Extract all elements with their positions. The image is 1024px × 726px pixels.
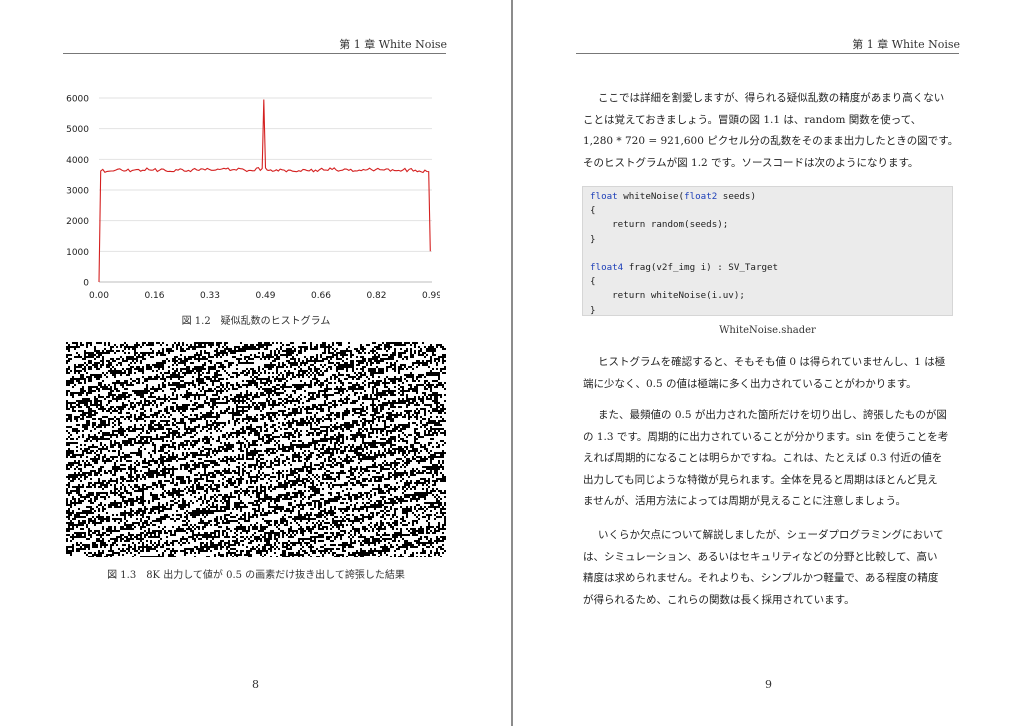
text-line: そのヒストグラムが図 1.2 です。ソースコードは次のようになります。: [583, 156, 919, 169]
text-line: また、最頻値の 0.5 が出力された箇所だけを切り出し、誇張したものが図: [598, 409, 947, 421]
y-tick-label: 0: [83, 279, 89, 289]
code-keyword: float: [590, 191, 618, 202]
text-line: 出力しても同じような特徴が見られます。全体を見ると周期はほとんど見え: [583, 473, 938, 486]
paragraph-1: ここでは詳細を割愛しますが、得られる疑似乱数の精度があまり高くない ことは覚えて…: [583, 88, 961, 174]
left-page: 第 1 章 White Noise 0 1000 2000 3000 4000 5000 6…: [0, 0, 511, 726]
header-rule: [576, 53, 959, 54]
code-line: return whiteNoise(i.uv);: [590, 289, 952, 303]
code-text: return whiteNoise(i.uv);: [590, 290, 745, 302]
code-text: {: [590, 276, 596, 288]
paragraph-4: いくらか欠点について解説しましたが、シェーダプログラミングにおいて は、シミュレ…: [583, 525, 961, 611]
paragraph-2: ヒストグラムを確認すると、そもそも値 0 は得られていませんし、1 は極 端に少…: [583, 352, 961, 395]
code-text: whiteNoise(: [617, 191, 685, 202]
code-text: {: [590, 205, 596, 217]
text-line: いくらか欠点について解説しましたが、シェーダプログラミングにおいて: [598, 529, 944, 541]
paragraph-3: また、最頻値の 0.5 が出力された箇所だけを切り出し、誇張したものが図 の 1…: [583, 405, 961, 513]
code-caption: WhiteNoise.shader: [719, 325, 816, 336]
code-keyword: float2: [684, 191, 718, 202]
page-number: 8: [252, 678, 259, 691]
figure-1-2-caption: 図 1.2 疑似乱数のヒストグラム: [181, 316, 331, 327]
x-tick-label: 0.82: [366, 291, 386, 301]
text-line: えれば周期的になることは明らかですね。これは、たとえば 0.3 付近の値を: [583, 452, 943, 464]
y-tick-label: 1000: [66, 248, 89, 258]
code-text: }: [590, 233, 596, 245]
series-line: [98, 99, 431, 283]
code-line: float whiteNoise(float2 seeds): [590, 190, 952, 204]
x-tick-label: 0.99: [422, 291, 440, 301]
code-line: {: [590, 204, 952, 218]
code-text: frag(v2f_img i) : SV_Target: [623, 261, 779, 273]
x-tick-label: 0.33: [200, 291, 220, 301]
x-tick-label: 0.00: [89, 291, 109, 301]
text-line: が得られるため、これらの関数は長く採用されています。: [583, 593, 855, 606]
text-line: 精度は求められません。それよりも、シンプルかつ軽量で、ある程度の精度: [583, 572, 939, 584]
page-number: 9: [765, 678, 772, 691]
code-line: {: [590, 275, 952, 289]
figure-1-3-caption: 図 1.3 8K 出力して値が 0.5 の画素だけ抜き出して誇張した結果: [107, 570, 405, 581]
text-line: は、シミュレーション、あるいはセキュリティなどの分野と比較して、高い: [583, 550, 938, 563]
x-tick-label: 0.49: [255, 291, 275, 301]
y-tick-label: 5000: [66, 125, 89, 135]
code-text: seeds): [717, 191, 756, 202]
x-tick-label: 0.66: [311, 291, 331, 301]
code-keyword: float4: [590, 261, 624, 273]
y-tick-label: 4000: [66, 156, 89, 166]
running-head: 第 1 章 White Noise: [339, 38, 447, 51]
text-line: の 1.3 です。周期的に出力されていることが分かります。sin を使うことを考: [583, 430, 949, 443]
code-line: float4 frag(v2f_img i) : SV_Target: [590, 261, 952, 275]
y-tick-label: 2000: [66, 217, 89, 227]
code-block: float whiteNoise(float2 seeds) { return …: [582, 186, 953, 316]
code-text: }: [590, 304, 596, 316]
text-line: ことは覚えておきましょう。冒頭の図 1.1 は、random 関数を使って、: [583, 113, 922, 126]
y-tick-label: 3000: [66, 187, 89, 197]
text-line: 端に少なく、0.5 の値は極端に多く出力されていることがわかります。: [583, 377, 917, 390]
y-tick-label: 6000: [66, 95, 89, 105]
right-page: 第 1 章 White Noise ここでは詳細を割愛しますが、得られる疑似乱数…: [513, 0, 1024, 726]
text-line: ませんが、活用方法によっては周期が見えることに注意しましょう。: [583, 495, 906, 507]
running-head: 第 1 章 White Noise: [852, 38, 960, 51]
code-line: }: [590, 304, 952, 318]
code-text: return random(seeds);: [590, 219, 729, 231]
text-line: ここでは詳細を割愛しますが、得られる疑似乱数の精度があまり高くない: [598, 92, 945, 104]
code-line: }: [590, 233, 952, 247]
header-rule: [63, 53, 446, 54]
code-line: return random(seeds);: [590, 218, 952, 232]
text-line: 1,280 * 720 = 921,600 ピクセル分の乱数をそのまま出力したと…: [583, 135, 959, 147]
noise-figure-image: [66, 342, 446, 557]
x-tick-label: 0.16: [144, 291, 164, 301]
text-line: ヒストグラムを確認すると、そもそも値 0 は得られていませんし、1 は極: [598, 356, 946, 368]
histogram-chart: 0 1000 2000 3000 4000 5000 6000 0.00 0.16 0.33 0.4…: [66, 95, 440, 302]
